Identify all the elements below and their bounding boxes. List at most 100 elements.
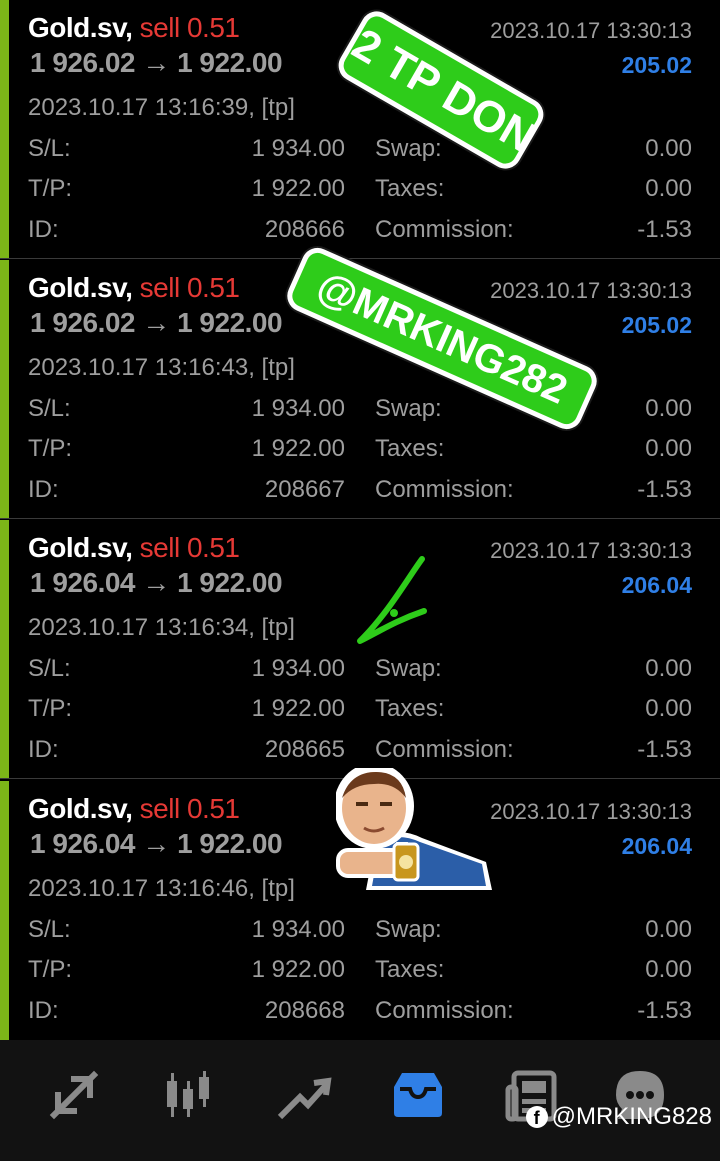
detail-row: T/P: 1 922.00 Taxes: 0.00 — [28, 175, 692, 205]
id-label: ID: — [28, 736, 59, 763]
id-label: ID: — [28, 216, 59, 243]
trade-symbol: Gold.sv, sell 0.51 — [28, 532, 240, 564]
taxes-label: Taxes: — [375, 956, 445, 983]
commission-value: -1.53 — [637, 216, 692, 243]
id-label: ID: — [28, 476, 59, 503]
detail-row: S/L: 1 934.00 Swap: 0.00 — [28, 395, 692, 425]
trade-prices: 1 926.04 → 1 922.00 — [30, 567, 283, 599]
close-time: 2023.10.17 13:30:13 — [490, 18, 692, 43]
detail-row: S/L: 1 934.00 Swap: 0.00 — [28, 655, 692, 685]
open-price: 1 926.02 — [30, 47, 136, 78]
trade-status-bar — [0, 260, 9, 518]
trade-status-bar — [0, 781, 9, 1040]
trade-side: sell 0.51 — [139, 12, 240, 43]
commission-value: -1.53 — [637, 736, 692, 763]
trade-profit: 206.04 — [621, 833, 692, 859]
facebook-watermark: f @MRKING828 — [525, 1103, 712, 1131]
trade-profit: 205.02 — [621, 52, 692, 78]
price-arrow: → — [142, 567, 170, 598]
sl-label: S/L: — [28, 655, 71, 682]
id-value: 208666 — [264, 216, 345, 243]
open-time: 2023.10.17 13:16:43, [tp] — [28, 354, 295, 381]
trade-symbol: Gold.sv, sell 0.51 — [28, 272, 240, 304]
id-value: 208667 — [264, 476, 345, 503]
swap-value: 0.00 — [645, 395, 692, 422]
trade-symbol: Gold.sv, sell 0.51 — [28, 793, 240, 825]
detail-row: S/L: 1 934.00 Swap: 0.00 — [28, 916, 692, 946]
tp-label: T/P: — [28, 175, 73, 202]
id-value: 208668 — [264, 997, 345, 1024]
trade-prices: 1 926.02 → 1 922.00 — [30, 307, 283, 339]
symbol-name: Gold.sv, — [28, 532, 133, 563]
taxes-label: Taxes: — [375, 435, 445, 462]
open-time: 2023.10.17 13:16:39, [tp] — [28, 94, 295, 121]
commission-label: Commission: — [375, 476, 514, 503]
tp-label: T/P: — [28, 435, 73, 462]
taxes-value: 0.00 — [645, 695, 692, 722]
trade-trend-icon[interactable] — [272, 1065, 332, 1125]
detail-row: S/L: 1 934.00 Swap: 0.00 — [28, 135, 692, 165]
checkmark-doodle-icon — [357, 556, 427, 644]
taxes-value: 0.00 — [645, 175, 692, 202]
inbox-history-icon[interactable] — [388, 1065, 448, 1125]
tp-value: 1 922.00 — [251, 956, 345, 983]
trade-side: sell 0.51 — [139, 793, 240, 824]
trade-status-bar — [0, 520, 9, 778]
detail-row: ID: 208668 Commission: -1.53 — [28, 997, 692, 1027]
taxes-label: Taxes: — [375, 175, 445, 202]
detail-row: ID: 208665 Commission: -1.53 — [28, 736, 692, 766]
open-price: 1 926.04 — [30, 828, 136, 859]
trade-profit: 206.04 — [621, 572, 692, 598]
sl-label: S/L: — [28, 135, 71, 162]
symbol-name: Gold.sv, — [28, 272, 133, 303]
sl-value: 1 934.00 — [251, 655, 345, 682]
swap-label: Swap: — [375, 916, 442, 943]
open-price: 1 926.02 — [30, 307, 136, 338]
quotes-arrows-icon[interactable] — [44, 1065, 104, 1125]
facebook-icon: f — [525, 1106, 548, 1128]
symbol-name: Gold.sv, — [28, 12, 133, 43]
tp-value: 1 922.00 — [251, 175, 345, 202]
symbol-name: Gold.sv, — [28, 793, 133, 824]
tp-value: 1 922.00 — [251, 435, 345, 462]
swap-value: 0.00 — [645, 916, 692, 943]
sl-value: 1 934.00 — [251, 135, 345, 162]
open-time: 2023.10.17 13:16:34, [tp] — [28, 614, 295, 641]
bottom-navigation — [0, 1040, 720, 1161]
swap-value: 0.00 — [645, 135, 692, 162]
taxes-value: 0.00 — [645, 956, 692, 983]
candlestick-chart-icon[interactable] — [158, 1065, 218, 1125]
watermark-handle: @MRKING828 — [551, 1103, 712, 1130]
swap-label: Swap: — [375, 655, 442, 682]
sl-value: 1 934.00 — [251, 395, 345, 422]
commission-value: -1.53 — [637, 476, 692, 503]
close-time: 2023.10.17 13:30:13 — [490, 799, 692, 824]
open-price: 1 926.04 — [30, 567, 136, 598]
price-arrow: → — [142, 828, 170, 859]
trade-profit: 205.02 — [621, 312, 692, 338]
price-arrow: → — [142, 307, 170, 338]
tp-label: T/P: — [28, 956, 73, 983]
close-time: 2023.10.17 13:30:13 — [490, 278, 692, 303]
commission-label: Commission: — [375, 216, 514, 243]
trade-side: sell 0.51 — [139, 532, 240, 563]
trade-prices: 1 926.04 → 1 922.00 — [30, 828, 283, 860]
trade-prices: 1 926.02 → 1 922.00 — [30, 47, 283, 79]
tp-label: T/P: — [28, 695, 73, 722]
trade-symbol: Gold.sv, sell 0.51 — [28, 12, 240, 44]
close-price: 1 922.00 — [177, 567, 283, 598]
detail-row: ID: 208667 Commission: -1.53 — [28, 476, 692, 506]
commission-value: -1.53 — [637, 997, 692, 1024]
businessman-watch-sticker-icon — [336, 768, 492, 890]
swap-label: Swap: — [375, 395, 442, 422]
close-time: 2023.10.17 13:30:13 — [490, 538, 692, 563]
sl-value: 1 934.00 — [251, 916, 345, 943]
detail-row: T/P: 1 922.00 Taxes: 0.00 — [28, 695, 692, 725]
close-price: 1 922.00 — [177, 47, 283, 78]
sl-label: S/L: — [28, 395, 71, 422]
id-value: 208665 — [264, 736, 345, 763]
open-time: 2023.10.17 13:16:46, [tp] — [28, 875, 295, 902]
commission-label: Commission: — [375, 736, 514, 763]
trade-status-bar — [0, 0, 9, 258]
trade-side: sell 0.51 — [139, 272, 240, 303]
